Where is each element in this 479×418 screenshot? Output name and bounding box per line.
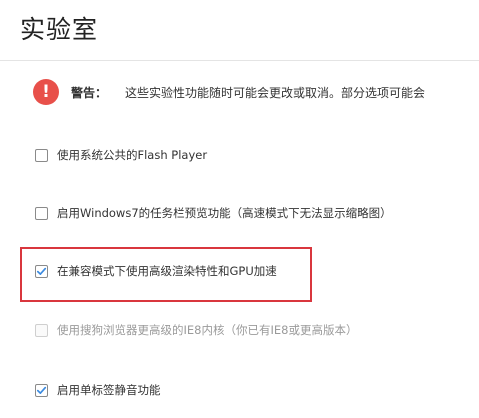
warning-label: 警告： xyxy=(71,85,108,100)
warning-text: 这些实验性功能随时可能会更改或取消。部分选项可能会 xyxy=(125,85,426,100)
checkbox[interactable] xyxy=(35,206,48,220)
option-label: 在兼容模式下使用高级渲染特性和GPU加速 xyxy=(57,264,277,278)
option-ie8-kernel[interactable]: 使用搜狗浏览器更高级的IE8内核（你已有IE8或更高版本） xyxy=(35,321,357,339)
option-label: 使用系统公共的Flash Player xyxy=(57,148,208,162)
exclamation-icon: ! xyxy=(33,79,59,105)
checkbox[interactable] xyxy=(35,323,48,337)
page-title: 实验室 xyxy=(20,15,99,44)
warning-banner: ! 警告： 这些实验性功能随时可能会更改或取消。部分选项可能会 xyxy=(33,78,425,106)
option-gpu-acceleration[interactable]: 在兼容模式下使用高级渲染特性和GPU加速 xyxy=(35,262,277,280)
option-label: 使用搜狗浏览器更高级的IE8内核（你已有IE8或更高版本） xyxy=(57,323,358,337)
title-divider xyxy=(0,60,479,61)
option-windows7-taskbar-preview[interactable]: 启用Windows7的任务栏预览功能（高速模式下无法显示缩略图） xyxy=(35,204,392,222)
option-label: 启用单标签静音功能 xyxy=(57,383,161,397)
check-icon xyxy=(36,267,47,275)
checkbox[interactable] xyxy=(35,148,48,162)
checkbox[interactable] xyxy=(35,383,48,397)
checkbox[interactable] xyxy=(35,264,48,278)
option-system-flash-player[interactable]: 使用系统公共的Flash Player xyxy=(35,146,207,164)
check-icon xyxy=(36,386,47,394)
option-label: 启用Windows7的任务栏预览功能（高速模式下无法显示缩略图） xyxy=(57,206,392,220)
option-single-tab-mute[interactable]: 启用单标签静音功能 xyxy=(35,381,161,399)
